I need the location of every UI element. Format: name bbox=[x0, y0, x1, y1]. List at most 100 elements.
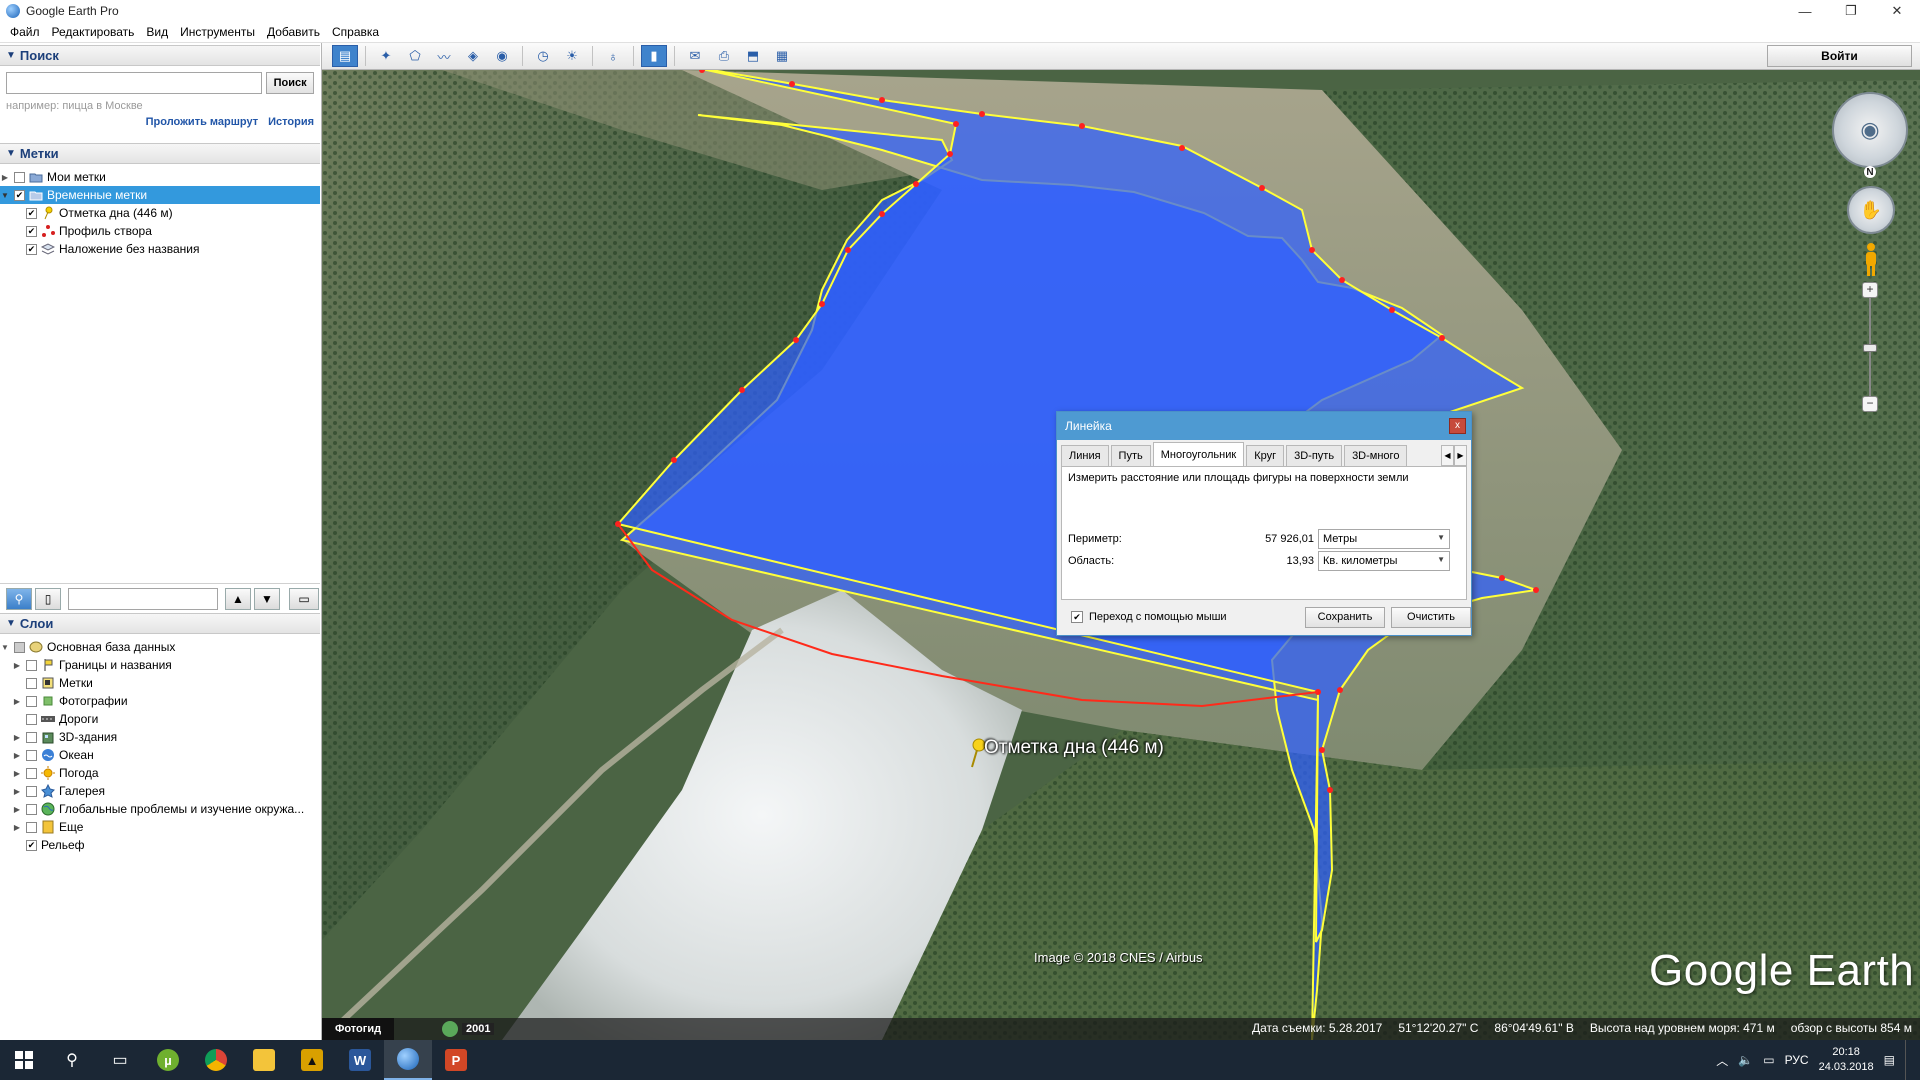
close-button[interactable]: ✕ bbox=[1874, 0, 1920, 22]
layer-roads[interactable]: Дороги bbox=[0, 710, 320, 728]
tour-guide-button[interactable]: Фотогид bbox=[322, 1018, 394, 1040]
area-unit-select[interactable]: Кв. километры ▼ bbox=[1318, 551, 1450, 571]
tab-3d-path[interactable]: 3D-путь bbox=[1286, 445, 1343, 466]
mouse-navigation-checkbox[interactable]: ✔ bbox=[1071, 611, 1083, 623]
add-placemark-icon[interactable]: ✦ bbox=[373, 45, 399, 67]
menu-file[interactable]: Файл bbox=[4, 25, 46, 39]
expand-arrow-icon[interactable]: ▶ bbox=[0, 173, 10, 182]
perimeter-unit-select[interactable]: Метры ▼ bbox=[1318, 529, 1450, 549]
search-panel-header[interactable]: ▼ Поиск bbox=[0, 45, 320, 66]
tree-item-bottom-mark[interactable]: ✔ Отметка дна (446 м) bbox=[0, 204, 320, 222]
get-directions-link[interactable]: Проложить маршрут bbox=[146, 116, 258, 128]
checkbox[interactable] bbox=[26, 695, 37, 707]
layer-more[interactable]: ▶ Еще bbox=[0, 818, 320, 836]
collapse-arrow-icon[interactable]: ▼ bbox=[0, 643, 10, 652]
ruler-titlebar[interactable]: Линейка x bbox=[1057, 412, 1471, 440]
expand-arrow-icon[interactable]: ▶ bbox=[12, 733, 22, 742]
utorrent-icon[interactable]: µ bbox=[144, 1040, 192, 1080]
expand-arrow-icon[interactable]: ▶ bbox=[12, 751, 22, 760]
add-path-icon[interactable]: 〰 bbox=[431, 45, 457, 67]
layer-terrain[interactable]: ✔ Рельеф bbox=[0, 836, 320, 854]
checkbox[interactable] bbox=[26, 731, 37, 743]
expand-arrow-icon[interactable]: ▶ bbox=[12, 787, 22, 796]
tab-circle[interactable]: Круг bbox=[1246, 445, 1285, 466]
expand-arrow-icon[interactable]: ▶ bbox=[12, 697, 22, 706]
move-down-icon[interactable]: ▼ bbox=[254, 587, 280, 610]
search-button[interactable]: Поиск bbox=[266, 72, 314, 94]
layer-global-awareness[interactable]: ▶ Глобальные проблемы и изучение окружа.… bbox=[0, 800, 320, 818]
tab-line[interactable]: Линия bbox=[1061, 445, 1109, 466]
ruler-close-button[interactable]: x bbox=[1449, 418, 1466, 434]
places-filter-input[interactable] bbox=[68, 587, 218, 610]
expand-arrow-icon[interactable]: ▶ bbox=[12, 823, 22, 832]
tab-polygon[interactable]: Многоугольник bbox=[1152, 442, 1245, 466]
zoom-in-button[interactable]: + bbox=[1862, 282, 1878, 298]
checkbox[interactable] bbox=[26, 713, 37, 725]
add-image-overlay-icon[interactable]: ◈ bbox=[460, 45, 486, 67]
search-icon[interactable]: ⚲ bbox=[48, 1040, 96, 1080]
menu-view[interactable]: Вид bbox=[140, 25, 174, 39]
autocad-icon[interactable]: ▲ bbox=[288, 1040, 336, 1080]
move-joystick[interactable]: ✋ bbox=[1847, 186, 1895, 234]
save-button[interactable]: Сохранить bbox=[1305, 606, 1385, 628]
layer-labels[interactable]: Метки bbox=[0, 674, 320, 692]
checkbox-partial[interactable] bbox=[14, 641, 25, 653]
tab-scroll-right-icon[interactable]: ▶ bbox=[1454, 445, 1467, 466]
collapse-arrow-icon[interactable]: ▼ bbox=[0, 191, 10, 200]
expand-arrow-icon[interactable]: ▶ bbox=[12, 661, 22, 670]
sign-in-button[interactable]: Войти bbox=[1767, 45, 1912, 67]
menu-edit[interactable]: Редактировать bbox=[46, 25, 141, 39]
word-icon[interactable]: W bbox=[336, 1040, 384, 1080]
clock[interactable]: 20:18 24.03.2018 bbox=[1819, 1045, 1874, 1075]
task-view-icon[interactable]: ▭ bbox=[96, 1040, 144, 1080]
checkbox-checked[interactable]: ✔ bbox=[26, 839, 37, 851]
layer-ocean[interactable]: ▶ Океан bbox=[0, 746, 320, 764]
tab-scroll-left-icon[interactable]: ◀ bbox=[1441, 445, 1454, 466]
checkbox[interactable] bbox=[26, 677, 37, 689]
maximize-button[interactable]: ❐ bbox=[1828, 0, 1874, 22]
north-indicator[interactable]: N bbox=[1864, 166, 1876, 178]
checkbox[interactable] bbox=[26, 659, 37, 671]
powerpoint-icon[interactable]: P bbox=[432, 1040, 480, 1080]
tray-chevron-icon[interactable]: ︿ bbox=[1716, 1052, 1728, 1069]
zoom-out-button[interactable]: − bbox=[1862, 396, 1878, 412]
panel-view-icon[interactable]: ▯ bbox=[35, 587, 61, 610]
network-icon[interactable]: ▭ bbox=[1763, 1053, 1774, 1067]
history-link[interactable]: История bbox=[268, 116, 314, 128]
checkbox[interactable] bbox=[26, 821, 37, 833]
checkbox[interactable] bbox=[26, 749, 37, 761]
layer-gallery[interactable]: ▶ Галерея bbox=[0, 782, 320, 800]
clear-button[interactable]: Очистить bbox=[1391, 606, 1471, 628]
file-explorer-icon[interactable] bbox=[240, 1040, 288, 1080]
save-image-icon[interactable]: ⬒ bbox=[740, 45, 766, 67]
volume-icon[interactable]: 🔈 bbox=[1738, 1053, 1753, 1067]
tab-path[interactable]: Путь bbox=[1110, 445, 1151, 466]
layer-borders[interactable]: ▶ Границы и названия bbox=[0, 656, 320, 674]
imagery-year[interactable]: 2001 bbox=[462, 1023, 495, 1035]
minimize-button[interactable]: — bbox=[1782, 0, 1828, 22]
search-places-icon[interactable]: ⚲ bbox=[6, 587, 32, 610]
sidebar-toggle-icon[interactable]: ▤ bbox=[332, 45, 358, 67]
windows-start-icon[interactable] bbox=[0, 1040, 48, 1080]
keyboard-language[interactable]: РУС bbox=[1785, 1053, 1809, 1067]
notifications-icon[interactable]: ▤ bbox=[1884, 1053, 1895, 1067]
add-polygon-icon[interactable]: ⬠ bbox=[402, 45, 428, 67]
google-earth-taskbar-icon[interactable] bbox=[384, 1040, 432, 1080]
checkbox[interactable] bbox=[26, 785, 37, 797]
tab-3d-polygon[interactable]: 3D-много bbox=[1344, 445, 1408, 466]
search-input[interactable] bbox=[6, 72, 263, 94]
planets-icon[interactable]: ♁ bbox=[600, 45, 626, 67]
expand-arrow-icon[interactable]: ▶ bbox=[12, 805, 22, 814]
checkbox-checked[interactable]: ✔ bbox=[14, 189, 25, 201]
historical-imagery-icon[interactable]: ◷ bbox=[530, 45, 556, 67]
layers-panel-header[interactable]: ▼ Слои bbox=[0, 613, 320, 634]
sunlight-icon[interactable]: ☀ bbox=[559, 45, 585, 67]
layer-3d-buildings[interactable]: ▶ 3D-здания bbox=[0, 728, 320, 746]
print-icon[interactable]: ⎙ bbox=[711, 45, 737, 67]
checkbox[interactable] bbox=[26, 803, 37, 815]
menu-tools[interactable]: Инструменты bbox=[174, 25, 261, 39]
layer-photos[interactable]: ▶ Фотографии bbox=[0, 692, 320, 710]
checkbox-checked[interactable]: ✔ bbox=[26, 225, 37, 237]
folder-menu-icon[interactable]: ▭ bbox=[289, 587, 319, 610]
zoom-thumb[interactable] bbox=[1863, 344, 1877, 352]
